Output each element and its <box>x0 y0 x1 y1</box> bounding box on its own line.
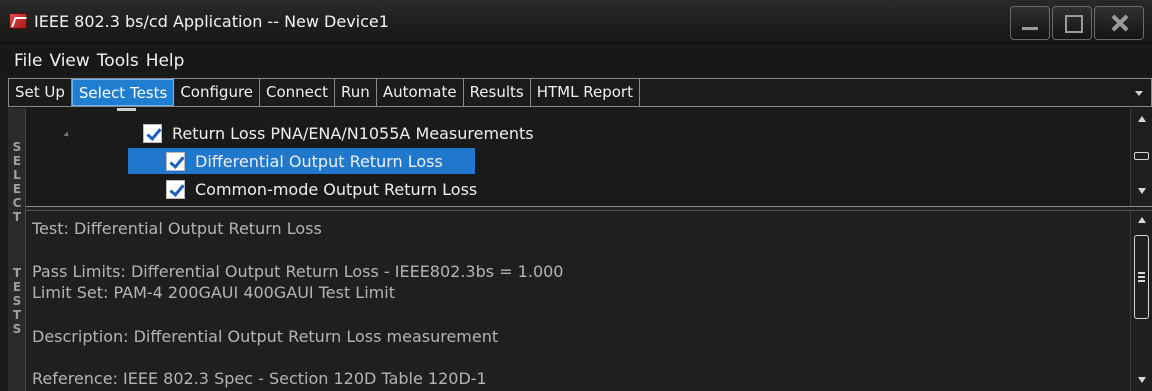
tab-html-report[interactable]: HTML Report <box>531 79 640 106</box>
tab-overflow-chevron-down-icon[interactable] <box>1135 91 1143 96</box>
tab-bar: Set Up Select Tests Configure Connect Ru… <box>8 78 1152 107</box>
menu-bar: File View Tools Help <box>0 46 1152 76</box>
side-letter: E <box>12 154 22 168</box>
tab-connect[interactable]: Connect <box>260 79 336 106</box>
tab-configure[interactable]: Configure <box>174 79 261 106</box>
minimize-button[interactable] <box>1010 6 1050 40</box>
tree-item-label: Common-mode Output Return Loss <box>195 179 478 199</box>
pass-limits-text: Pass Limits: Differential Output Return … <box>32 262 564 281</box>
scroll-up-icon[interactable] <box>1138 217 1146 223</box>
tree-item-label: Differential Output Return Loss <box>195 151 443 171</box>
menu-tools[interactable]: Tools <box>97 46 139 76</box>
scroll-down-icon[interactable] <box>1138 377 1146 383</box>
side-letter: S <box>12 322 22 336</box>
close-button[interactable] <box>1094 6 1144 40</box>
tree-group-label: Return Loss PNA/ENA/N1055A Measurements <box>172 123 534 143</box>
partial-checkbox[interactable] <box>117 108 136 111</box>
tab-set-up[interactable]: Set Up <box>9 79 72 106</box>
side-letter: S <box>12 294 22 308</box>
title-bar: IEEE 802.3 bs/cd Application -- New Devi… <box>0 0 1152 44</box>
side-letter: L <box>13 168 21 182</box>
menu-help[interactable]: Help <box>146 46 185 76</box>
tree-item-common-mode-output-return-loss[interactable]: Common-mode Output Return Loss <box>166 176 477 202</box>
side-letter: C <box>12 196 22 210</box>
checkbox-checked-icon[interactable] <box>143 123 162 143</box>
window-title: IEEE 802.3 bs/cd Application -- New Devi… <box>34 12 389 31</box>
test-description-panel: Test: Differential Output Return Loss Pa… <box>26 211 1152 391</box>
description-scrollbar[interactable] <box>1130 211 1152 391</box>
tab-run[interactable]: Run <box>335 79 377 106</box>
select-tests-side-label: S E L E C T T E S T S <box>8 108 26 391</box>
tree-group-return-loss[interactable]: Return Loss PNA/ENA/N1055A Measurements <box>143 120 534 146</box>
maximize-button[interactable] <box>1052 6 1092 40</box>
tree-item-differential-output-return-loss[interactable]: Differential Output Return Loss <box>128 148 475 174</box>
checkbox-checked-icon[interactable] <box>166 179 185 199</box>
tree-scrollbar[interactable] <box>1130 108 1152 206</box>
side-letter: E <box>12 182 22 196</box>
menu-view[interactable]: View <box>49 46 89 76</box>
side-letter: T <box>12 210 22 224</box>
checkbox-checked-icon[interactable] <box>166 151 185 171</box>
scroll-down-icon[interactable] <box>1138 188 1146 194</box>
limit-set-text: Limit Set: PAM-4 200GAUI 400GAUI Test Li… <box>32 283 395 302</box>
description-text: Description: Differential Output Return … <box>32 327 499 346</box>
scroll-thumb[interactable] <box>1134 152 1149 160</box>
tab-select-tests[interactable]: Select Tests <box>71 79 175 106</box>
side-letter: S <box>12 140 22 154</box>
scroll-thumb[interactable] <box>1134 235 1149 319</box>
tab-automate[interactable]: Automate <box>377 79 464 106</box>
side-letter: E <box>12 280 22 294</box>
side-letter: T <box>12 266 22 280</box>
reference-text: Reference: IEEE 802.3 Spec - Section 120… <box>32 369 487 388</box>
side-letter: T <box>12 308 22 322</box>
scroll-up-icon[interactable] <box>1138 116 1146 122</box>
tab-results[interactable]: Results <box>464 79 531 106</box>
app-icon <box>9 13 27 29</box>
menu-file[interactable]: File <box>14 46 42 76</box>
test-name-text: Test: Differential Output Return Loss <box>32 219 322 238</box>
